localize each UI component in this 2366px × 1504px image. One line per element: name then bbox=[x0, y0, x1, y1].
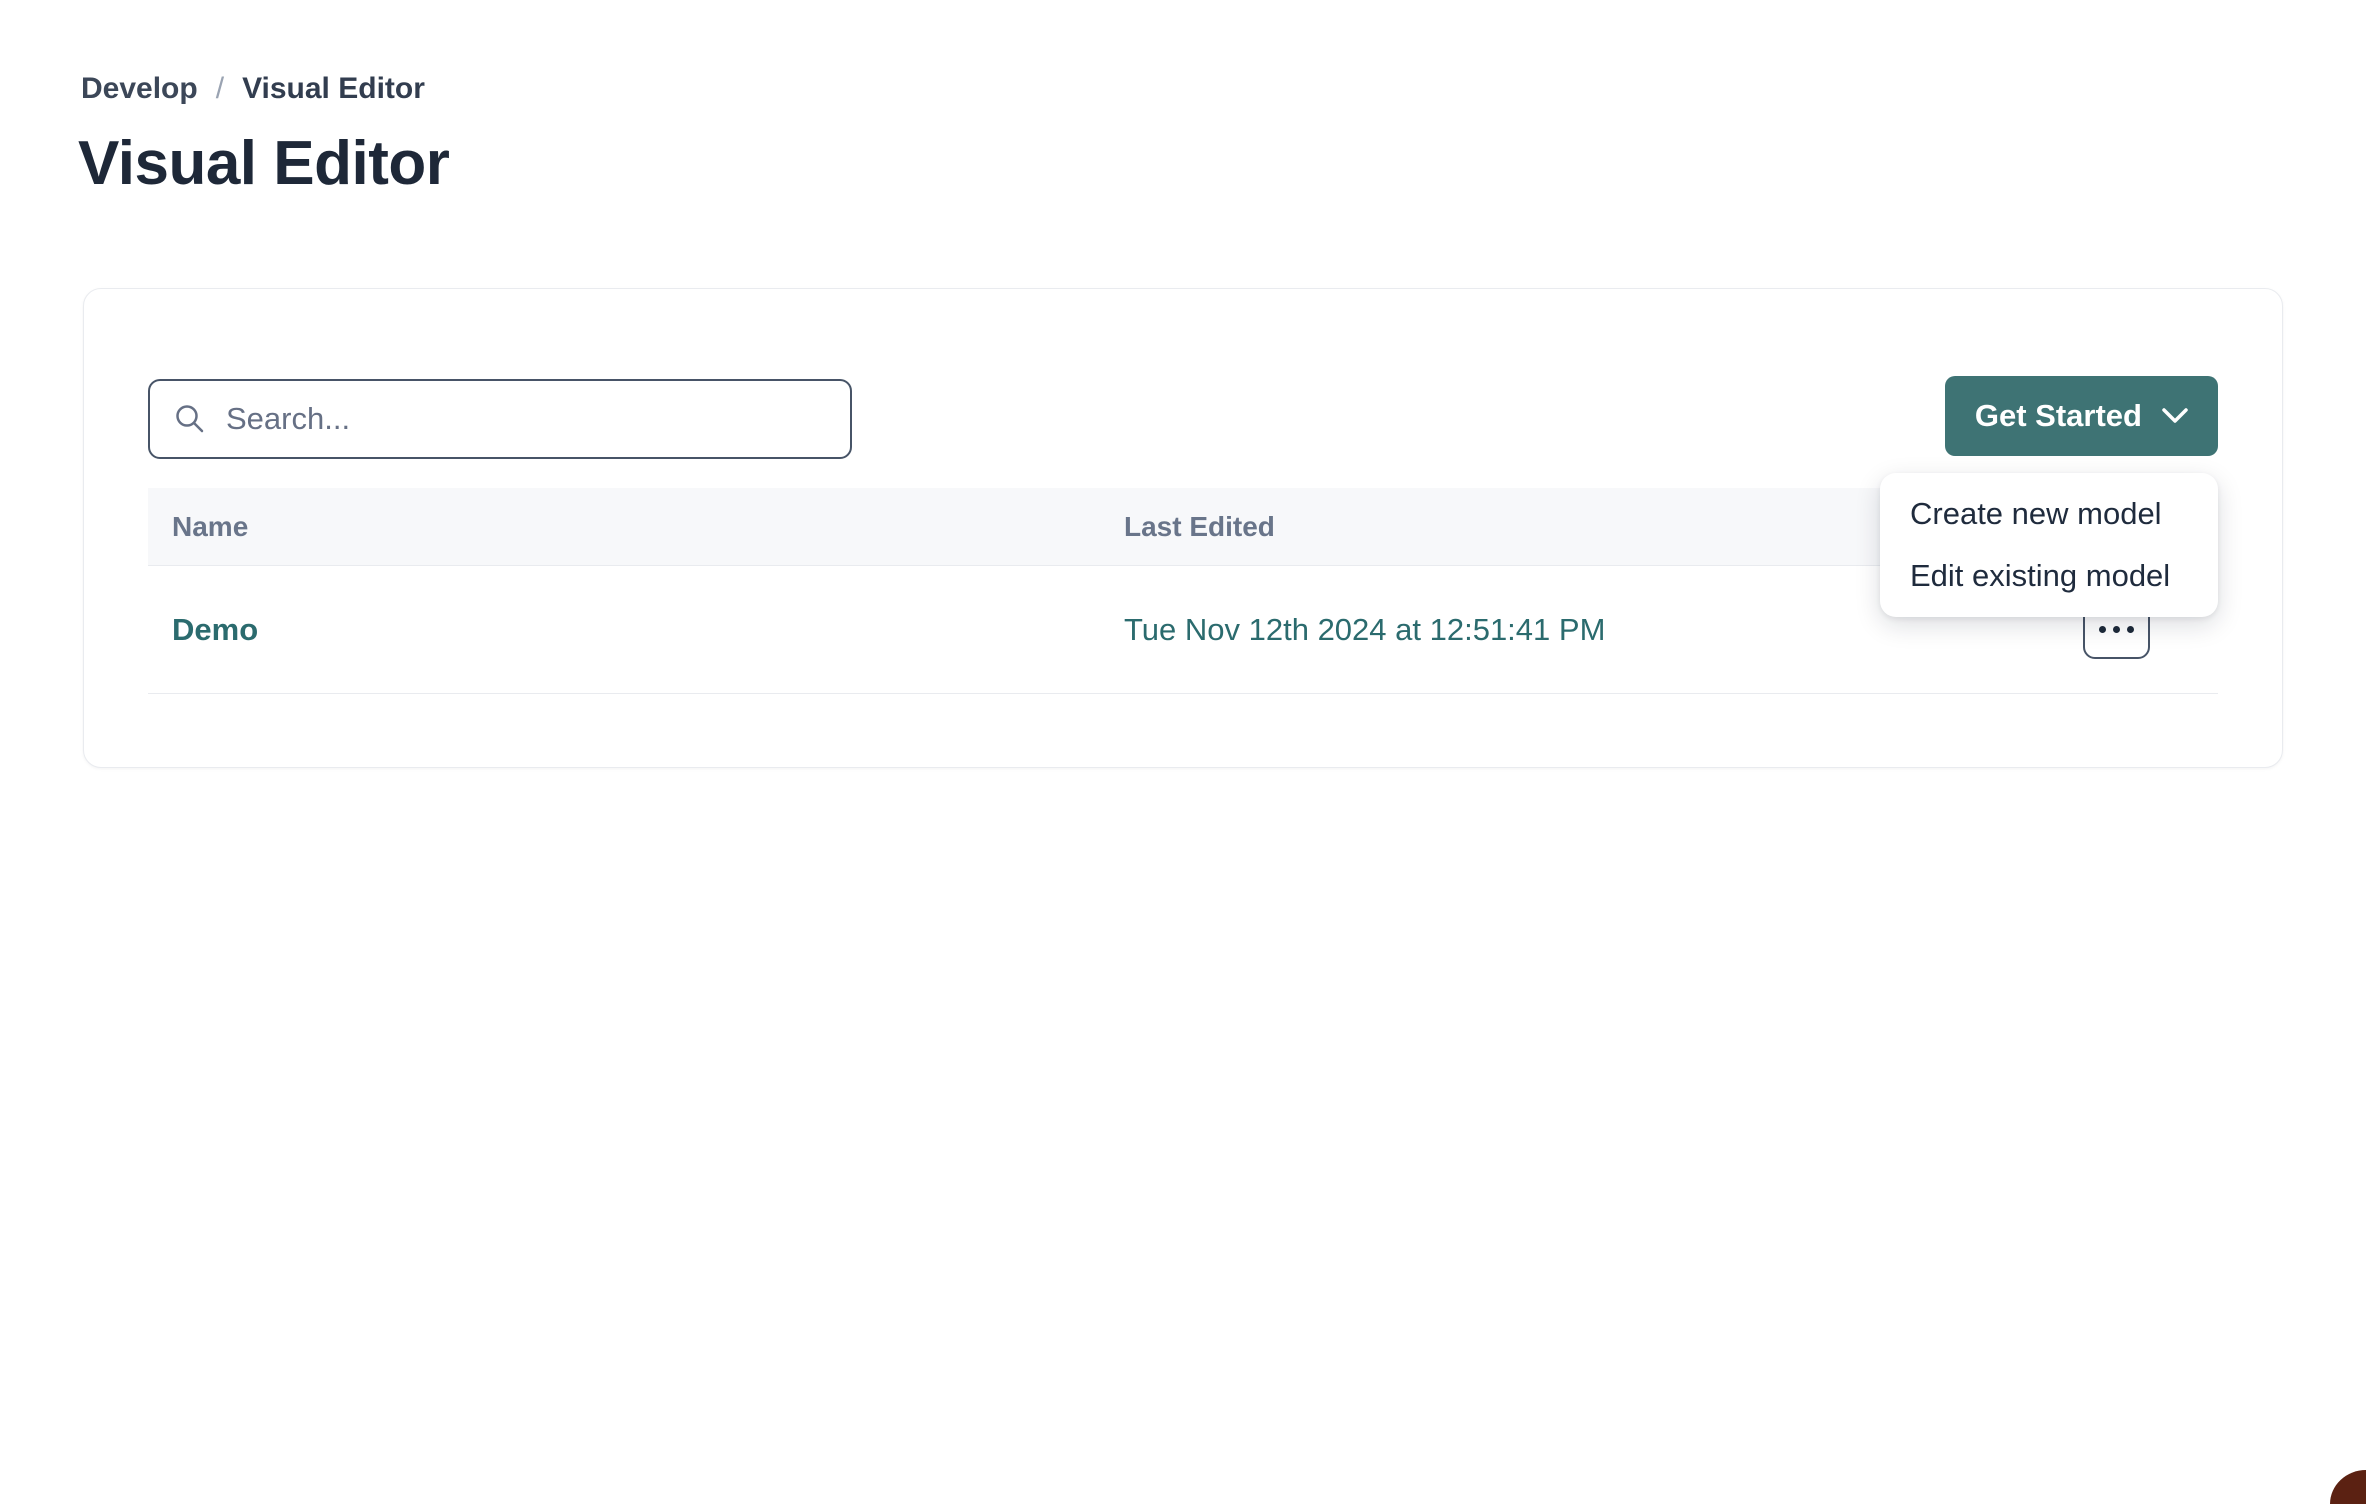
chevron-down-icon bbox=[2162, 408, 2188, 424]
ellipsis-icon bbox=[2099, 626, 2134, 633]
get-started-dropdown-menu: Create new model Edit existing model bbox=[1880, 473, 2218, 617]
column-header-name: Name bbox=[148, 511, 1124, 543]
page-title: Visual Editor bbox=[78, 128, 449, 199]
search-icon bbox=[174, 403, 206, 435]
get-started-label: Get Started bbox=[1975, 398, 2142, 434]
search-input[interactable] bbox=[206, 381, 850, 457]
breadcrumb-link-develop[interactable]: Develop bbox=[81, 72, 198, 106]
breadcrumb: Develop / Visual Editor bbox=[81, 72, 425, 106]
menu-item-create-new-model[interactable]: Create new model bbox=[1880, 483, 2218, 545]
name-cell: Demo bbox=[148, 612, 1124, 648]
search-box[interactable] bbox=[148, 379, 852, 459]
corner-artifact bbox=[2330, 1470, 2366, 1504]
model-link-demo[interactable]: Demo bbox=[172, 612, 258, 647]
get-started-button[interactable]: Get Started bbox=[1945, 376, 2218, 456]
menu-item-edit-existing-model[interactable]: Edit existing model bbox=[1880, 545, 2218, 607]
breadcrumb-separator: / bbox=[216, 72, 224, 106]
breadcrumb-current-visual-editor: Visual Editor bbox=[242, 72, 425, 106]
